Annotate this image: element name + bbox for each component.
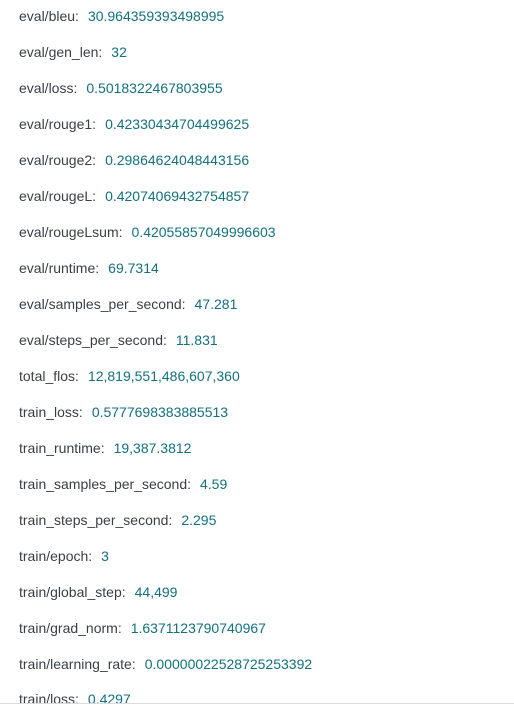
metric-value: 0.00000022528725253392 bbox=[144, 656, 313, 672]
metric-row: train_loss: 0.5777698383885513 bbox=[19, 402, 228, 422]
metric-key: eval/rouge2: bbox=[19, 152, 97, 168]
metric-row: train/learning_rate: 0.000000225287252533… bbox=[19, 654, 312, 674]
metric-value: 30.964359393498995 bbox=[87, 8, 225, 24]
metric-key: eval/rouge1: bbox=[19, 116, 97, 132]
metric-key: train_loss: bbox=[19, 404, 83, 420]
metric-value: 12,819,551,486,607,360 bbox=[87, 368, 240, 384]
metric-key: eval/rougeL: bbox=[19, 188, 97, 204]
metric-row: eval/gen_len: 32 bbox=[19, 42, 127, 62]
metric-value: 4.59 bbox=[200, 476, 228, 492]
metric-row: eval/rougeL: 0.42074069432754857 bbox=[19, 186, 249, 206]
metric-key: eval/steps_per_second: bbox=[19, 332, 167, 348]
metric-row: eval/bleu: 30.964359393498995 bbox=[19, 6, 224, 26]
metric-value: 0.5018322467803955 bbox=[86, 80, 223, 96]
metric-row: train/grad_norm: 1.6371123790740967 bbox=[19, 618, 266, 638]
metric-key: train_steps_per_second: bbox=[19, 512, 173, 528]
metric-row: train_runtime: 19,387.3812 bbox=[19, 438, 191, 458]
metric-value: 19,387.3812 bbox=[113, 440, 192, 456]
metric-row: train/global_step: 44,499 bbox=[19, 582, 177, 602]
metric-value: 69.7314 bbox=[108, 260, 159, 276]
metric-key: eval/runtime: bbox=[19, 260, 100, 276]
metric-value: 0.29864624048443156 bbox=[105, 152, 250, 168]
metric-value: 44,499 bbox=[134, 584, 178, 600]
metric-row: train/epoch: 3 bbox=[19, 546, 109, 566]
metric-row: train_steps_per_second: 2.295 bbox=[19, 510, 216, 530]
metric-value: 32 bbox=[111, 44, 127, 60]
metric-key: train_samples_per_second: bbox=[19, 476, 191, 492]
metric-key: eval/loss: bbox=[19, 80, 78, 96]
metric-row: eval/steps_per_second: 11.831 bbox=[19, 330, 218, 350]
metric-row: eval/loss: 0.5018322467803955 bbox=[19, 78, 223, 98]
metric-value: 2.295 bbox=[181, 512, 217, 528]
metric-row: eval/runtime: 69.7314 bbox=[19, 258, 159, 278]
metric-key: train/grad_norm: bbox=[19, 620, 122, 636]
metric-row: eval/rouge1: 0.42330434704499625 bbox=[19, 114, 249, 134]
metric-row: eval/rougeLsum: 0.42055857049996603 bbox=[19, 222, 276, 242]
metric-key: eval/rougeLsum: bbox=[19, 224, 123, 240]
metric-key: eval/gen_len: bbox=[19, 44, 103, 60]
divider bbox=[0, 703, 514, 704]
metric-key: train/global_step: bbox=[19, 584, 126, 600]
metric-key: eval/bleu: bbox=[19, 8, 79, 24]
metric-key: train/learning_rate: bbox=[19, 656, 136, 672]
metric-key: train/epoch: bbox=[19, 548, 93, 564]
metric-key: total_flos: bbox=[19, 368, 79, 384]
metric-key: train_runtime: bbox=[19, 440, 105, 456]
metric-value: 0.42055857049996603 bbox=[131, 224, 276, 240]
metric-key: eval/samples_per_second: bbox=[19, 296, 186, 312]
metric-row: eval/samples_per_second: 47.281 bbox=[19, 294, 237, 314]
metric-value: 3 bbox=[101, 548, 109, 564]
metric-value: 1.6371123790740967 bbox=[130, 620, 266, 636]
metrics-list: eval/bleu: 30.964359393498995 eval/gen_le… bbox=[19, 0, 514, 707]
metric-value: 0.5777698383885513 bbox=[91, 404, 229, 420]
metric-row: train/loss: 0.4297 bbox=[19, 689, 131, 709]
metric-row: train_samples_per_second: 4.59 bbox=[19, 474, 227, 494]
metric-value: 11.831 bbox=[175, 332, 218, 348]
metric-value: 0.42074069432754857 bbox=[105, 188, 250, 204]
metric-row: total_flos: 12,819,551,486,607,360 bbox=[19, 366, 240, 386]
metric-value: 0.42330434704499625 bbox=[105, 116, 250, 132]
metric-row: eval/rouge2: 0.29864624048443156 bbox=[19, 150, 249, 170]
metric-value: 47.281 bbox=[194, 296, 238, 312]
